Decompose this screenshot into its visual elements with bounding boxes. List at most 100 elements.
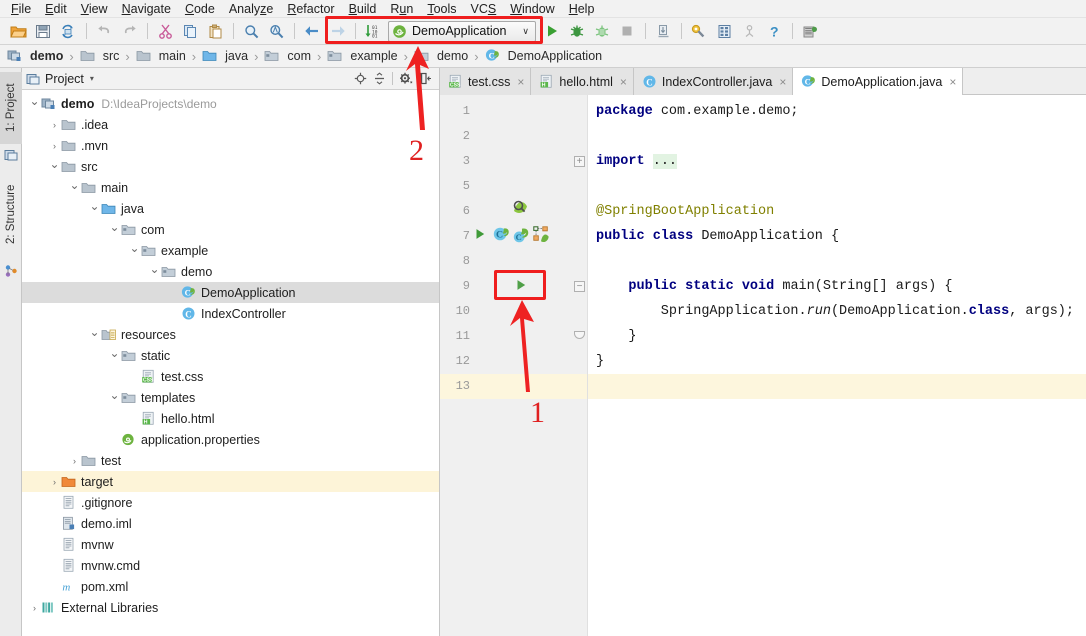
menu-item-navigate[interactable]: Navigate xyxy=(115,0,178,18)
help-icon[interactable]: ? xyxy=(762,20,786,42)
fold-collapse-icon[interactable]: − xyxy=(574,281,585,292)
chevron-right-icon[interactable]: › xyxy=(48,114,61,135)
tree-node-resources[interactable]: ⌄ resources xyxy=(22,324,439,345)
chevron-down-icon[interactable]: ⌄ xyxy=(108,219,121,240)
tree-node-static[interactable]: ⌄ static xyxy=(22,345,439,366)
menu-item-tools[interactable]: Tools xyxy=(420,0,463,18)
tree-node-demo[interactable]: ⌄ demo D:\IdeaProjects\demo xyxy=(22,93,439,114)
breadcrumb-item-com[interactable]: com xyxy=(262,45,313,68)
editor-tab-test-css[interactable]: CSS test.css × xyxy=(440,68,532,95)
settings-wrench-icon[interactable] xyxy=(687,20,711,42)
run-with-coverage-icon[interactable] xyxy=(590,20,614,42)
copy-icon[interactable] xyxy=(178,20,202,42)
sidebar-item-project[interactable]: 1: Project xyxy=(0,72,22,144)
spring-bean-icon[interactable]: C xyxy=(492,225,510,246)
update-app-icon[interactable] xyxy=(651,20,675,42)
tree-node-hello-html[interactable]: Hhello.html xyxy=(22,408,439,429)
back-icon[interactable] xyxy=(300,20,324,42)
menu-item-refactor[interactable]: Refactor xyxy=(280,0,341,18)
replace-icon[interactable] xyxy=(264,20,288,42)
tree-node-mvnw[interactable]: mvnw xyxy=(22,534,439,555)
chevron-down-icon[interactable]: ⌄ xyxy=(128,240,141,261)
spring-bean-search-icon[interactable] xyxy=(510,197,530,220)
breadcrumb-item-demoapplication[interactable]: C DemoApplication xyxy=(483,45,605,68)
chevron-right-icon[interactable]: › xyxy=(68,450,81,471)
spring-config-icon[interactable]: C xyxy=(512,227,530,248)
open-folder-icon[interactable] xyxy=(6,20,30,42)
run-icon[interactable] xyxy=(540,20,564,42)
tree-node-demo-iml[interactable]: demo.iml xyxy=(22,513,439,534)
spring-diagram-icon[interactable] xyxy=(532,225,550,246)
chevron-down-icon[interactable]: ⌄ xyxy=(148,261,161,282)
close-icon[interactable]: × xyxy=(517,75,524,89)
run-configuration-selector[interactable]: DemoApplication ∨ xyxy=(388,20,536,42)
chevron-down-icon[interactable]: ▾ xyxy=(90,74,94,83)
chevron-down-icon[interactable]: ⌄ xyxy=(68,177,81,198)
menu-item-build[interactable]: Build xyxy=(342,0,384,18)
tree-node-test-css[interactable]: CSS test.css xyxy=(22,366,439,387)
tree-node-src[interactable]: ⌄ src xyxy=(22,156,439,177)
redo-icon[interactable] xyxy=(117,20,141,42)
breadcrumb-item-demo[interactable]: demo xyxy=(5,45,65,68)
compile-icon[interactable]: 01 10 01 xyxy=(361,20,385,42)
stop-icon[interactable] xyxy=(615,20,639,42)
breadcrumb-item-java[interactable]: java xyxy=(200,45,250,68)
editor-tab-indexcontroller-java[interactable]: C IndexController.java × xyxy=(633,68,794,95)
chevron-down-icon[interactable]: ⌄ xyxy=(108,387,121,408)
tree-node-indexcontroller[interactable]: C IndexController xyxy=(22,303,439,324)
breadcrumb-item-main[interactable]: main xyxy=(134,45,188,68)
tree-node-java[interactable]: ⌄ java xyxy=(22,198,439,219)
save-all-icon[interactable] xyxy=(31,20,55,42)
editor-tab-demoapplication-java[interactable]: C DemoApplication.java × xyxy=(793,68,964,95)
tree-node-target[interactable]: › target xyxy=(22,471,439,492)
close-icon[interactable]: × xyxy=(949,75,956,89)
chevron-down-icon[interactable]: ⌄ xyxy=(88,324,101,345)
collapse-all-icon[interactable] xyxy=(371,71,387,87)
settings-gear-icon[interactable] xyxy=(398,71,414,87)
menu-item-analyze[interactable]: Analyze xyxy=(222,0,280,18)
tree-node-main[interactable]: ⌄ main xyxy=(22,177,439,198)
menu-item-view[interactable]: View xyxy=(74,0,115,18)
code-editor[interactable]: 1 2 3 5 6 7 8 9 10 11 12 13 + − C C package com.example… xyxy=(440,95,1086,636)
tree-node-templates[interactable]: ⌄ templates xyxy=(22,387,439,408)
debug-icon[interactable] xyxy=(565,20,589,42)
chevron-right-icon[interactable]: › xyxy=(28,597,41,618)
cut-icon[interactable] xyxy=(153,20,177,42)
menu-item-file[interactable]: File xyxy=(4,0,38,18)
menu-item-vcs[interactable]: VCS xyxy=(464,0,504,18)
menu-item-code[interactable]: Code xyxy=(178,0,222,18)
tree-node-demo[interactable]: ⌄ demo xyxy=(22,261,439,282)
tree-node-pom-xml[interactable]: m pom.xml xyxy=(22,576,439,597)
menu-item-edit[interactable]: Edit xyxy=(38,0,74,18)
editor-gutter[interactable]: 1 2 3 5 6 7 8 9 10 11 12 13 + − C C xyxy=(440,95,588,636)
locate-icon[interactable] xyxy=(352,71,368,87)
forward-icon[interactable] xyxy=(325,20,349,42)
tree-node-mvnw-cmd[interactable]: mvnw.cmd xyxy=(22,555,439,576)
sync-icon[interactable] xyxy=(56,20,80,42)
close-icon[interactable]: × xyxy=(779,75,786,89)
menu-item-window[interactable]: Window xyxy=(503,0,561,18)
fold-end-icon[interactable] xyxy=(574,331,585,339)
tree-node-demoapplication[interactable]: C DemoApplication xyxy=(22,282,439,303)
tree-node-application-properties[interactable]: application.properties xyxy=(22,429,439,450)
breadcrumb-item-example[interactable]: example xyxy=(325,45,399,68)
project-structure-icon[interactable] xyxy=(712,20,736,42)
search-everywhere-icon[interactable] xyxy=(737,20,761,42)
chevron-down-icon[interactable]: ⌄ xyxy=(28,93,41,114)
undo-icon[interactable] xyxy=(92,20,116,42)
tree-node-external-libraries[interactable]: › External Libraries xyxy=(22,597,439,618)
tree-node-com[interactable]: ⌄ com xyxy=(22,219,439,240)
paste-icon[interactable] xyxy=(203,20,227,42)
find-icon[interactable] xyxy=(239,20,263,42)
chevron-down-icon[interactable]: ⌄ xyxy=(108,345,121,366)
tree-node--mvn[interactable]: › .mvn xyxy=(22,135,439,156)
fold-collapse-icon[interactable]: + xyxy=(574,156,585,167)
close-icon[interactable]: × xyxy=(620,75,627,89)
tree-node-example[interactable]: ⌄ example xyxy=(22,240,439,261)
hide-panel-icon[interactable] xyxy=(417,71,433,87)
breadcrumb-item-src[interactable]: src xyxy=(78,45,122,68)
database-icon[interactable] xyxy=(798,20,822,42)
project-tree[interactable]: ⌄ demo D:\IdeaProjects\demo › .idea › .mvn ⌄ src… xyxy=(22,90,439,636)
chevron-right-icon[interactable]: › xyxy=(48,135,61,156)
chevron-down-icon[interactable]: ⌄ xyxy=(48,156,61,177)
